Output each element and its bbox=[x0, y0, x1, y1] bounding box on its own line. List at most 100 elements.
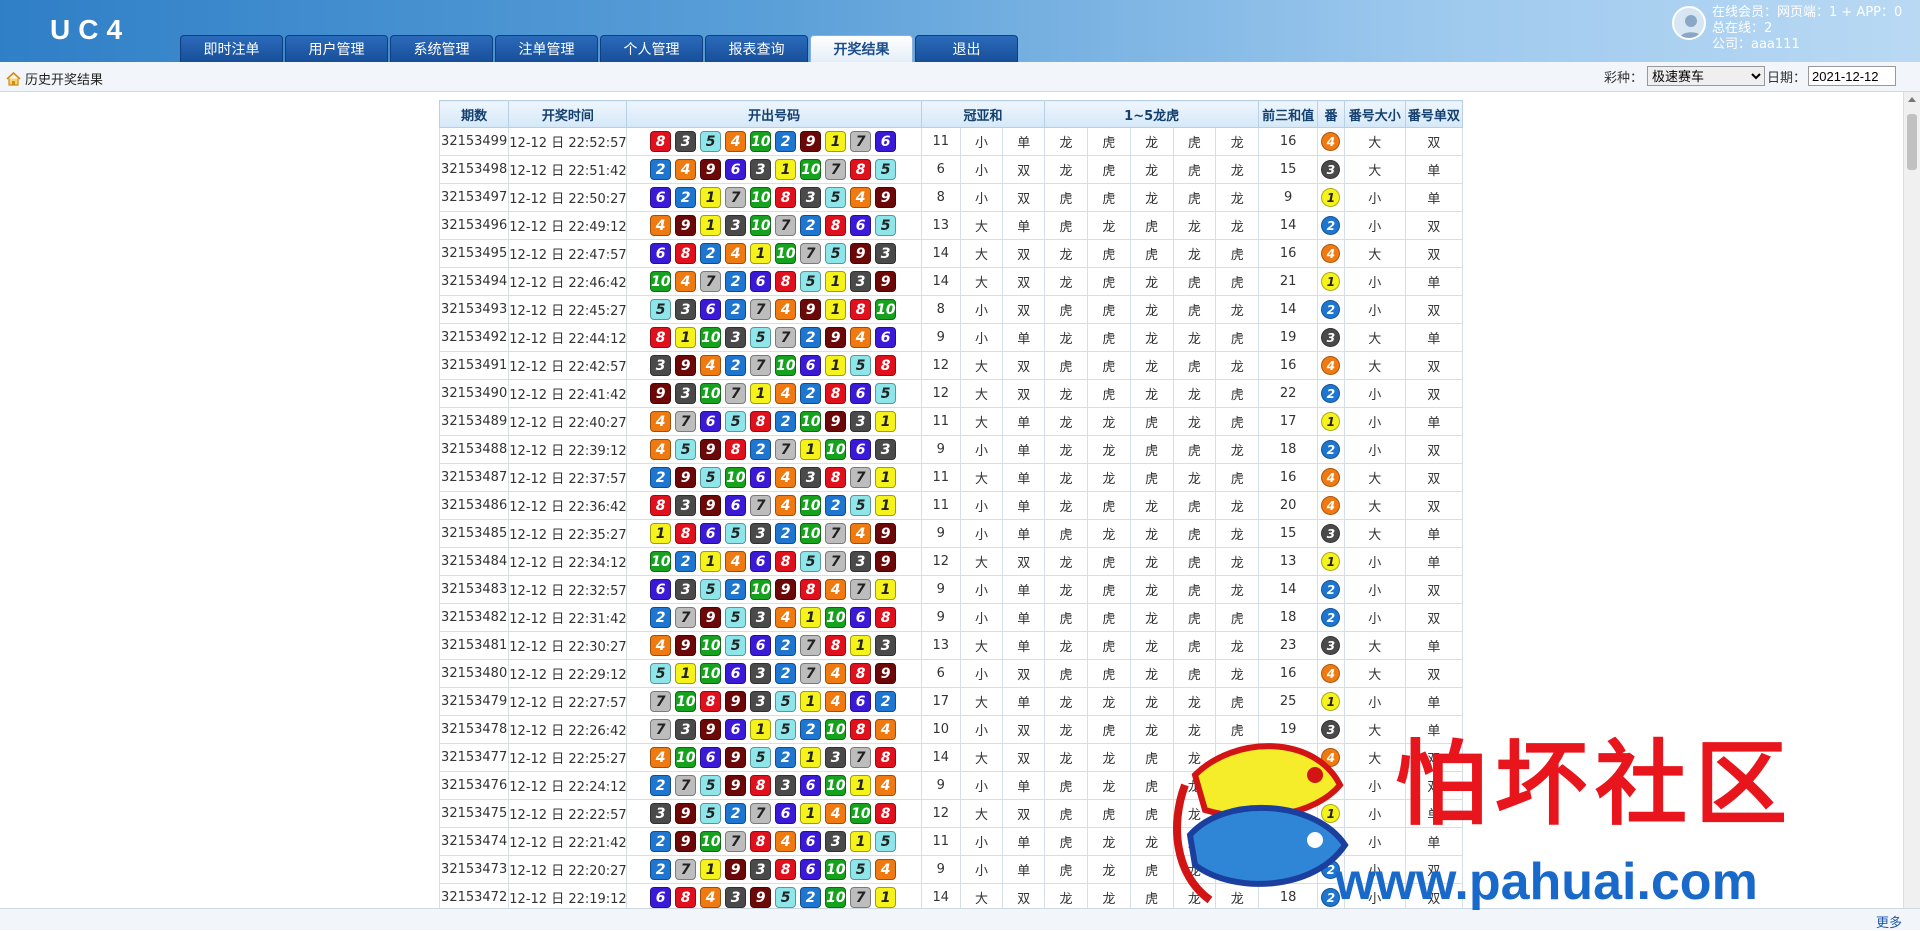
number-ball: 3 bbox=[875, 635, 897, 656]
table-row: 32153480 12-12 日 22:29:12 5 1 10 6 3 2 7 4 8 9 6 小双虎虎… bbox=[439, 659, 1463, 688]
number-ball: 2 bbox=[750, 439, 772, 460]
fan-parity-cell: 双 bbox=[1404, 659, 1463, 688]
sum-parity-cell: 双 bbox=[1002, 351, 1046, 380]
nav-tab[interactable]: 即时注单 bbox=[180, 35, 283, 62]
number-ball: 5 bbox=[650, 663, 672, 684]
dragon-tiger-cell: 虎 bbox=[1172, 155, 1217, 184]
sum-parity-cell: 单 bbox=[1002, 855, 1046, 884]
nav-tab[interactable]: 开奖结果 bbox=[810, 35, 913, 62]
fan-parity-cell: 单 bbox=[1404, 267, 1463, 296]
fan-cell: 4 bbox=[1317, 127, 1345, 156]
number-ball: 9 bbox=[725, 859, 747, 880]
number-ball: 9 bbox=[725, 691, 747, 712]
nav-tab[interactable]: 报表查询 bbox=[705, 35, 808, 62]
number-ball: 8 bbox=[675, 243, 697, 264]
number-ball: 7 bbox=[800, 243, 822, 264]
number-ball: 10 bbox=[800, 523, 822, 544]
number-ball: 6 bbox=[725, 159, 747, 180]
period-cell: 32153498 bbox=[439, 155, 510, 184]
dragon-tiger-cell: 龙 bbox=[1172, 463, 1217, 492]
scroll-up-arrow-icon[interactable] bbox=[1908, 97, 1916, 102]
dragon-tiger-cell: 龙 bbox=[1129, 379, 1174, 408]
draw-time-cell: 12-12 日 22:45:27 bbox=[508, 295, 628, 324]
number-ball: 4 bbox=[650, 747, 672, 768]
dragon-tiger-cell: 龙 bbox=[1172, 239, 1217, 268]
dragon-tiger-cell: 虎 bbox=[1129, 463, 1174, 492]
sum-size-cell: 大 bbox=[959, 351, 1004, 380]
number-ball: 2 bbox=[800, 327, 822, 348]
col-fan: 番 bbox=[1317, 100, 1345, 128]
fan-size-cell: 大 bbox=[1343, 239, 1406, 268]
number-ball: 9 bbox=[700, 495, 722, 516]
number-ball: 9 bbox=[700, 439, 722, 460]
number-ball: 8 bbox=[875, 355, 897, 376]
table-row: 32153484 12-12 日 22:34:12 10 2 1 4 6 8 5 7 3 9 12 大双龙… bbox=[439, 547, 1463, 576]
dragon-tiger-cell: 虎 bbox=[1086, 323, 1131, 352]
number-ball: 3 bbox=[750, 607, 772, 628]
vertical-scrollbar[interactable] bbox=[1903, 92, 1920, 908]
dragon-tiger-cell: 虎 bbox=[1172, 603, 1217, 632]
draw-time-cell: 12-12 日 22:37:57 bbox=[508, 463, 628, 492]
sum-cell: 12 bbox=[920, 351, 961, 380]
nav-tab[interactable]: 退出 bbox=[915, 35, 1018, 62]
dragon-tiger-cell: 龙 bbox=[1044, 631, 1088, 660]
number-ball: 3 bbox=[675, 719, 697, 740]
dragon-tiger-cell: 龙 bbox=[1129, 659, 1174, 688]
fan-size-cell: 小 bbox=[1343, 603, 1406, 632]
draw-time-cell: 12-12 日 22:39:12 bbox=[508, 435, 628, 464]
number-ball: 8 bbox=[650, 131, 672, 152]
nav-tab[interactable]: 用户管理 bbox=[285, 35, 388, 62]
dragon-tiger-cell: 虎 bbox=[1172, 183, 1217, 212]
number-ball: 1 bbox=[700, 859, 722, 880]
number-ball: 7 bbox=[675, 859, 697, 880]
dragon-tiger-cell: 虎 bbox=[1086, 183, 1131, 212]
nav-tab[interactable]: 个人管理 bbox=[600, 35, 703, 62]
number-ball: 4 bbox=[775, 831, 797, 852]
dragon-tiger-cell: 虎 bbox=[1086, 127, 1131, 156]
dragon-tiger-cell: 龙 bbox=[1215, 211, 1260, 240]
date-input[interactable] bbox=[1808, 66, 1896, 86]
number-ball: 2 bbox=[800, 215, 822, 236]
numbers-cell: 2 7 1 9 3 8 6 10 5 4 bbox=[626, 855, 922, 884]
top3-sum-cell: 16 bbox=[1258, 463, 1319, 492]
number-ball: 2 bbox=[650, 159, 672, 180]
lottery-select[interactable]: 极速赛车 bbox=[1646, 66, 1765, 86]
number-ball: 1 bbox=[750, 719, 772, 740]
dragon-tiger-cell: 虎 bbox=[1044, 211, 1088, 240]
top3-sum-cell: 25 bbox=[1258, 687, 1319, 716]
more-link[interactable]: 更多 bbox=[1876, 912, 1902, 931]
number-ball: 5 bbox=[800, 551, 822, 572]
number-ball: 2 bbox=[725, 355, 747, 376]
number-ball: 6 bbox=[750, 271, 772, 292]
user-avatar-icon[interactable] bbox=[1672, 6, 1706, 40]
number-ball: 9 bbox=[875, 271, 897, 292]
top3-sum-cell: 21 bbox=[1258, 267, 1319, 296]
dragon-tiger-cell: 龙 bbox=[1129, 183, 1174, 212]
dragon-tiger-cell: 龙 bbox=[1215, 295, 1260, 324]
sum-cell: 6 bbox=[920, 659, 961, 688]
nav-tab[interactable]: 系统管理 bbox=[390, 35, 493, 62]
sum-parity-cell: 双 bbox=[1002, 239, 1046, 268]
dragon-tiger-cell: 虎 bbox=[1086, 491, 1131, 520]
dragon-tiger-cell: 龙 bbox=[1086, 687, 1131, 716]
period-cell: 32153496 bbox=[439, 211, 510, 240]
scroll-thumb[interactable] bbox=[1907, 114, 1917, 170]
sum-size-cell: 大 bbox=[959, 631, 1004, 660]
fan-cell: 1 bbox=[1317, 407, 1345, 436]
dragon-tiger-cell: 龙 bbox=[1129, 267, 1174, 296]
dragon-tiger-cell: 龙 bbox=[1044, 883, 1088, 908]
dragon-tiger-cell: 虎 bbox=[1086, 603, 1131, 632]
number-ball: 5 bbox=[725, 635, 747, 656]
draw-time-cell: 12-12 日 22:51:42 bbox=[508, 155, 628, 184]
number-ball: 6 bbox=[800, 355, 822, 376]
number-ball: 3 bbox=[725, 327, 747, 348]
dragon-tiger-cell: 龙 bbox=[1129, 547, 1174, 576]
date-label: 日期： bbox=[1766, 70, 1806, 86]
number-ball: 5 bbox=[875, 383, 897, 404]
col-fan-parity: 番号单双 bbox=[1404, 100, 1463, 128]
number-ball: 5 bbox=[700, 579, 722, 600]
number-ball: 5 bbox=[875, 831, 897, 852]
top3-sum-cell: 14 bbox=[1258, 575, 1319, 604]
nav-tab[interactable]: 注单管理 bbox=[495, 35, 598, 62]
draw-time-cell: 12-12 日 22:50:27 bbox=[508, 183, 628, 212]
